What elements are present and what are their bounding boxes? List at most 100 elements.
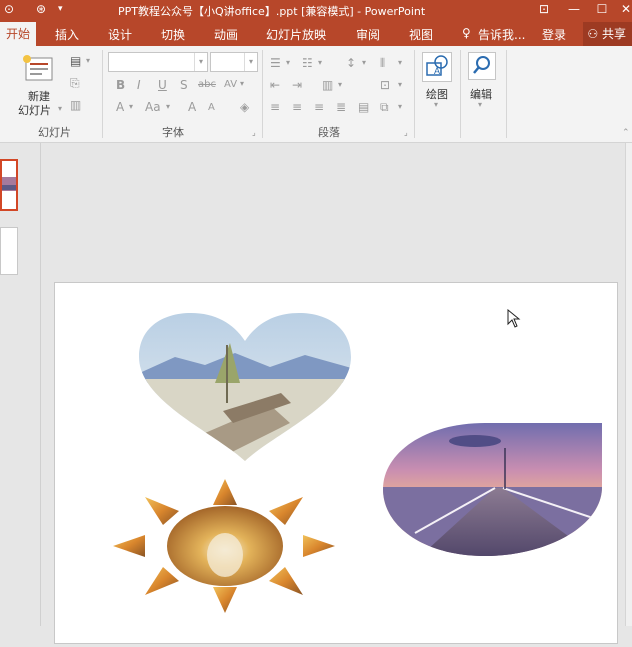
line-spacing-icon[interactable]: ↕ bbox=[346, 56, 356, 70]
numbering-icon[interactable]: ☷ bbox=[302, 56, 313, 70]
tab-slideshow[interactable]: 幻灯片放映 bbox=[266, 26, 326, 43]
layout-icon[interactable]: ▤ bbox=[70, 54, 81, 68]
bullets-icon[interactable]: ☰ bbox=[270, 56, 281, 70]
new-slide-label-2: 幻灯片 bbox=[18, 104, 51, 117]
close-button[interactable]: ✕ bbox=[614, 0, 632, 18]
sun-shaped-picture bbox=[113, 479, 335, 613]
tell-me-search[interactable]: 告诉我... bbox=[478, 26, 525, 43]
slide-thumbnail-image bbox=[2, 177, 16, 191]
chevron-down-icon: ▾ bbox=[240, 79, 245, 88]
section-icon[interactable]: ▥ bbox=[70, 98, 81, 112]
new-slide-icon bbox=[23, 55, 53, 81]
tab-view[interactable]: 视图 bbox=[409, 26, 433, 43]
layout-dropdown-icon[interactable]: ▾ bbox=[86, 56, 90, 65]
tab-home[interactable]: 开始 bbox=[0, 22, 37, 46]
align-left-icon[interactable]: ≡ bbox=[270, 100, 280, 114]
group-divider bbox=[262, 50, 263, 138]
group-divider bbox=[460, 50, 461, 138]
grow-font-button[interactable]: A bbox=[188, 100, 196, 114]
bold-button[interactable]: B bbox=[116, 78, 125, 92]
login-link[interactable]: 登录 bbox=[542, 26, 566, 43]
tab-insert[interactable]: 插入 bbox=[55, 26, 79, 43]
font-color-button[interactable]: A bbox=[116, 100, 124, 114]
ribbon-tab-bar: 开始 插入 设计 切换 动画 幻灯片放映 审阅 视图 ♀ 告诉我... 登录 ⚇… bbox=[0, 22, 632, 46]
slides-group-label: 幻灯片 bbox=[38, 126, 71, 139]
collapse-ribbon-icon[interactable]: ⌃ bbox=[622, 128, 630, 138]
drawing-button[interactable]: A bbox=[422, 52, 452, 82]
smartart-icon[interactable]: ⧉ bbox=[380, 100, 389, 115]
slide-thumbnail-1[interactable] bbox=[0, 159, 18, 211]
lightbulb-icon: ♀ bbox=[462, 26, 471, 40]
font-name-combo[interactable]: ▾ bbox=[108, 52, 208, 72]
align-center-icon[interactable]: ≡ bbox=[292, 100, 302, 114]
char-spacing-button[interactable]: AV bbox=[224, 79, 237, 90]
distribute-icon[interactable]: ▤ bbox=[358, 100, 369, 114]
clear-format-icon[interactable]: ◈ bbox=[240, 100, 249, 114]
window-title: PPT教程公众号【小Q讲office】.ppt [兼容模式] - PowerPo… bbox=[118, 5, 426, 18]
text-direction-icon[interactable]: ⫴ bbox=[380, 56, 385, 71]
slide[interactable] bbox=[55, 283, 617, 643]
chevron-down-icon: ▾ bbox=[398, 80, 403, 89]
reset-icon[interactable]: ⎘ bbox=[70, 76, 80, 91]
slide-editor-canvas bbox=[41, 143, 632, 643]
app-icon: ⊙ bbox=[4, 2, 15, 16]
change-case-button[interactable]: Aa bbox=[145, 100, 161, 114]
chevron-down-icon: ▾ bbox=[398, 102, 403, 111]
quick-access-icon[interactable]: ⊛ bbox=[36, 2, 46, 16]
tab-design[interactable]: 设计 bbox=[108, 26, 132, 43]
shadow-button[interactable]: S bbox=[180, 78, 188, 92]
paragraph-group-label: 段落 bbox=[318, 126, 340, 139]
align-right-icon[interactable]: ≡ bbox=[314, 100, 324, 114]
slide-content bbox=[113, 313, 602, 613]
tab-transitions[interactable]: 切换 bbox=[161, 26, 185, 43]
group-divider bbox=[414, 50, 415, 138]
share-button[interactable]: ⚇ 共享 bbox=[583, 22, 632, 46]
minimize-button[interactable]: — bbox=[562, 0, 586, 18]
chevron-down-icon: ▾ bbox=[338, 80, 343, 89]
search-icon bbox=[473, 56, 490, 74]
teardrop-shaped-picture bbox=[383, 423, 602, 556]
dialog-launcher-icon[interactable]: ⌟ bbox=[252, 128, 256, 137]
group-divider bbox=[506, 50, 507, 138]
chevron-down-icon: ▾ bbox=[194, 53, 207, 71]
dialog-launcher-icon[interactable]: ⌟ bbox=[404, 128, 408, 137]
decrease-indent-icon[interactable]: ⇤ bbox=[270, 78, 280, 92]
chevron-down-icon: ▾ bbox=[362, 58, 367, 67]
heart-shaped-picture bbox=[139, 313, 351, 461]
italic-button[interactable]: I bbox=[137, 78, 141, 92]
font-group-label: 字体 bbox=[162, 126, 184, 139]
columns-icon[interactable]: ▥ bbox=[322, 78, 333, 92]
chevron-down-icon: ▾ bbox=[129, 102, 134, 111]
shrink-font-button[interactable]: A bbox=[208, 102, 215, 113]
editing-button[interactable] bbox=[468, 52, 496, 80]
slide-thumbnail-pane bbox=[0, 143, 41, 626]
chevron-down-icon: ▾ bbox=[166, 102, 171, 111]
maximize-button[interactable]: ☐ bbox=[590, 0, 614, 18]
chevron-down-icon: ▾ bbox=[318, 58, 323, 67]
customize-quick-access-icon[interactable]: ▾ bbox=[58, 4, 63, 14]
ribbon: 新建 幻灯片 ▾ ▤ ▾ ⎘ ▥ 幻灯片 ▾ ▾ B I U S abc AV … bbox=[0, 46, 632, 143]
group-divider bbox=[102, 50, 103, 138]
chevron-down-icon: ▾ bbox=[286, 58, 291, 67]
justify-icon[interactable]: ≣ bbox=[336, 100, 346, 114]
person-icon: ⚇ bbox=[587, 27, 599, 41]
svg-text:A: A bbox=[434, 66, 440, 76]
font-size-combo[interactable]: ▾ bbox=[210, 52, 258, 72]
increase-indent-icon[interactable]: ⇥ bbox=[292, 78, 302, 92]
title-bar: ⊙ ⊛ ▾ PPT教程公众号【小Q讲office】.ppt [兼容模式] - P… bbox=[0, 0, 632, 22]
new-slide-dropdown-icon: ▾ bbox=[58, 104, 63, 113]
chevron-down-icon: ▾ bbox=[398, 58, 403, 67]
tab-animations[interactable]: 动画 bbox=[214, 26, 238, 43]
chevron-down-icon: ▾ bbox=[244, 53, 257, 71]
share-label: 共享 bbox=[601, 27, 626, 41]
align-text-icon[interactable]: ⊡ bbox=[380, 78, 390, 92]
slide-thumbnail-2[interactable] bbox=[0, 227, 18, 275]
strikethrough-button[interactable]: abc bbox=[198, 79, 216, 90]
tab-review[interactable]: 审阅 bbox=[356, 26, 380, 43]
chevron-down-icon: ▾ bbox=[478, 100, 483, 109]
vertical-scrollbar[interactable] bbox=[625, 143, 632, 626]
shapes-icon: A bbox=[426, 55, 448, 76]
new-slide-button[interactable]: 新建 幻灯片 ▾ bbox=[18, 52, 62, 117]
underline-button[interactable]: U bbox=[158, 78, 167, 92]
ribbon-display-options-button[interactable]: ⊡ bbox=[532, 0, 556, 18]
